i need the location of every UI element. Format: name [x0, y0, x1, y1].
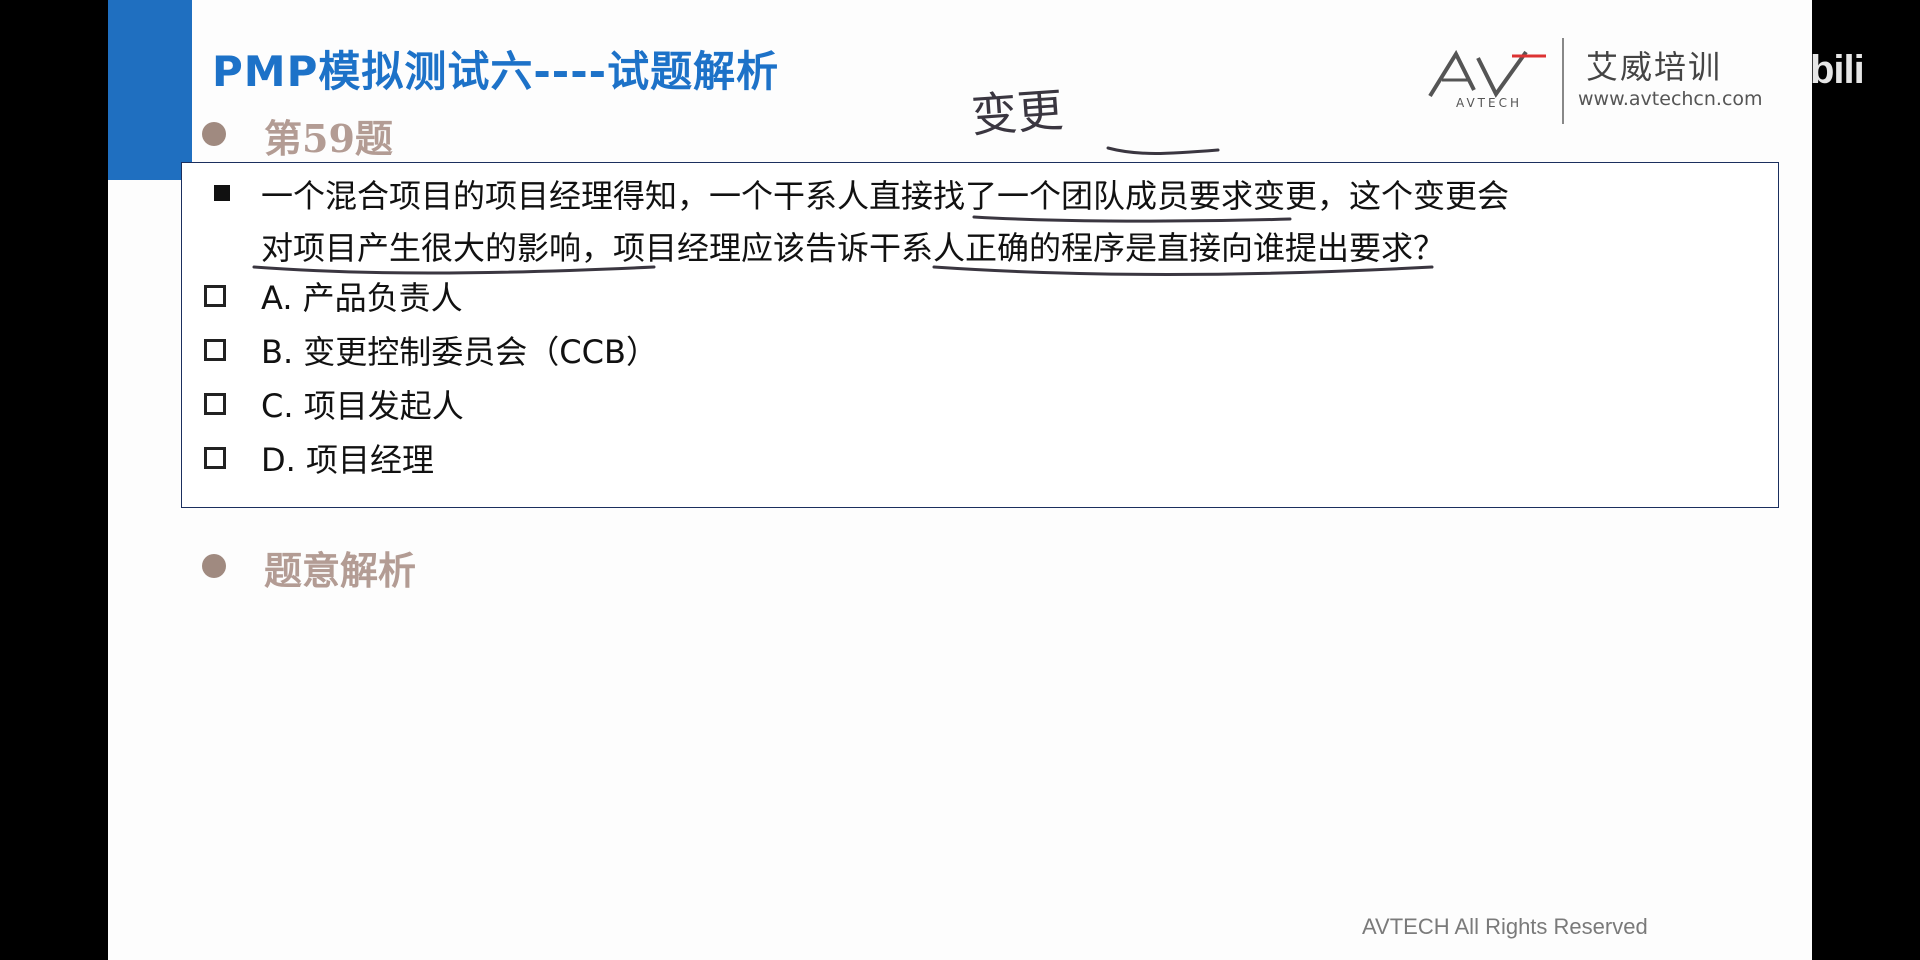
bilibili-watermark: bili — [1810, 48, 1865, 92]
question-text-line-2: 对项目产生很大的影响，项目经理应该告诉干系人正确的程序是直接向谁提出要求？ — [261, 229, 1446, 267]
left-black-border — [0, 0, 108, 960]
slide-title: PMP模拟测试六----试题解析 — [212, 47, 780, 96]
question-text-line-1: 一个混合项目的项目经理得知，一个干系人直接找了一个团队成员要求变更，这个变更会 — [261, 177, 1510, 215]
question-number: 第59题 — [264, 116, 393, 161]
section-bullet-icon — [202, 122, 226, 146]
logo-brand-text: AVTECH — [1456, 96, 1522, 110]
question-bullet-icon — [214, 185, 230, 201]
checkbox-icon[interactable] — [204, 447, 226, 469]
footer-copyright: AVTECH All Rights Reserved — [1362, 914, 1648, 939]
section-bullet-icon — [202, 554, 226, 578]
option-label: D. 项目经理 — [261, 441, 434, 479]
logo-url: www.avtechcn.com — [1578, 88, 1763, 110]
logo-chinese-name: 艾威培训 — [1586, 48, 1723, 86]
handwritten-note: 变更 — [969, 84, 1065, 143]
question-box: 一个混合项目的项目经理得知，一个干系人直接找了一个团队成员要求变更，这个变更会 … — [181, 162, 1779, 508]
option-label: B. 变更控制委员会（CCB） — [261, 333, 658, 371]
handwritten-annotation: 变更 — [969, 84, 1220, 155]
checkbox-icon[interactable] — [204, 285, 226, 307]
avtech-logo: AVTECH 艾威培训 www.avtechcn.com — [1428, 38, 1812, 128]
checkbox-icon[interactable] — [204, 339, 226, 361]
option-label: A. 产品负责人 — [261, 279, 463, 317]
checkbox-icon[interactable] — [204, 393, 226, 415]
analysis-heading: 题意解析 — [264, 548, 417, 593]
right-black-border — [1812, 0, 1920, 960]
logo-divider — [1562, 38, 1564, 124]
presentation-slide: PMP模拟测试六----试题解析 AVTECH 艾威培训 www.avtechc… — [108, 0, 1812, 960]
option-label: C. 项目发起人 — [261, 387, 464, 425]
accent-bar — [108, 0, 192, 180]
